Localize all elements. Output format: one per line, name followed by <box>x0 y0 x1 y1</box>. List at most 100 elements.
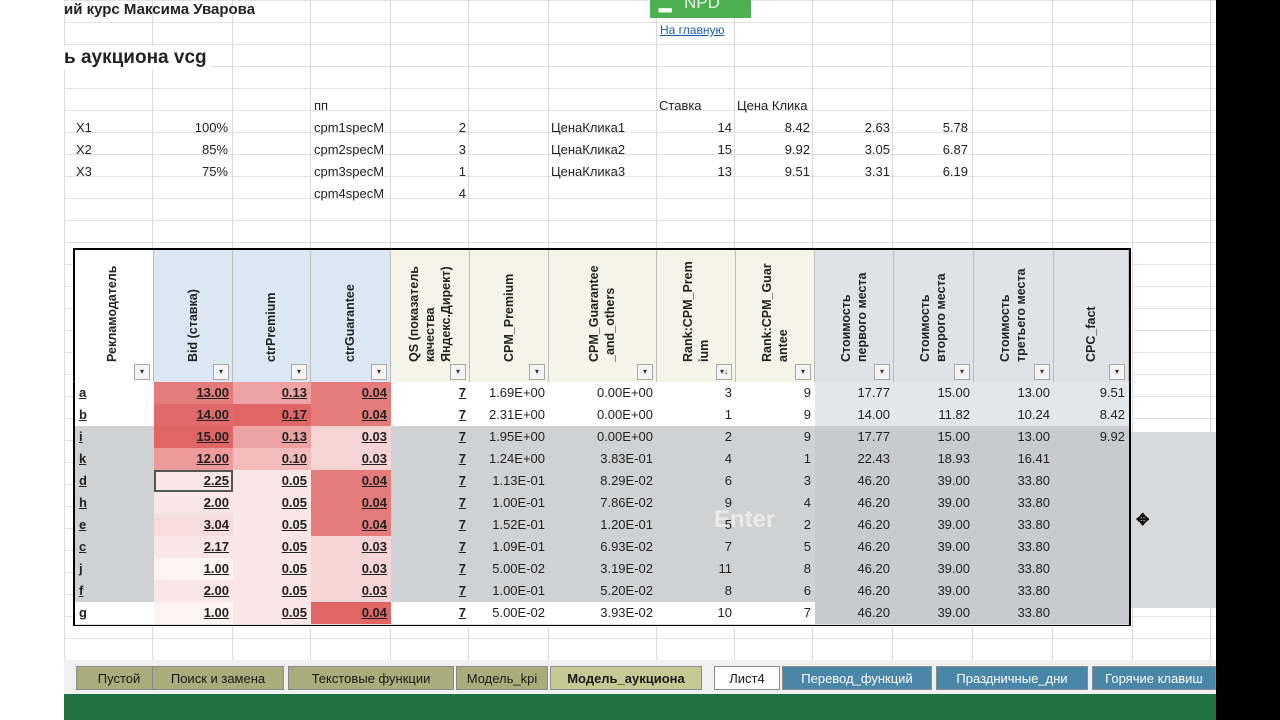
cell-ctrp[interactable]: 0.05 <box>233 492 311 514</box>
top-cell-stavka[interactable] <box>656 183 732 205</box>
top-cell-v2[interactable]: 3.31 <box>812 161 890 183</box>
cell-cpmp[interactable]: 1.00E-01 <box>470 492 549 514</box>
cell-s2[interactable]: 11.82 <box>894 404 974 426</box>
sheet-tab[interactable]: Праздничные_дни <box>936 666 1088 690</box>
cell-qs[interactable]: 7 <box>391 404 470 426</box>
cell-cpmg[interactable]: 5.20E-02 <box>549 580 657 602</box>
cell-rp[interactable]: 10 <box>657 602 736 624</box>
cell-cpmg[interactable]: 8.29E-02 <box>549 470 657 492</box>
sheet-tab[interactable]: Поиск и замена <box>152 666 284 690</box>
cell-cpmp[interactable]: 2.31E+00 <box>470 404 549 426</box>
cell-ctrg[interactable]: 0.04 <box>311 470 391 492</box>
cell-bid[interactable]: 1.00 <box>154 602 233 624</box>
cell-ctrg[interactable]: 0.04 <box>311 404 391 426</box>
cell-qs[interactable]: 7 <box>391 448 470 470</box>
cell-s1[interactable]: 46.20 <box>815 470 894 492</box>
top-cell-n[interactable]: 3 <box>390 139 466 161</box>
top-cell-v1[interactable]: 9.92 <box>734 139 810 161</box>
table-row[interactable]: h 2.00 0.05 0.04 7 1.00E-01 7.86E-02 9 4 46.20 39.… <box>75 492 1129 515</box>
cell-bid[interactable]: 15.00 <box>154 426 233 448</box>
cell-rp[interactable]: 1 <box>657 404 736 426</box>
cell-bid[interactable]: 2.00 <box>154 580 233 602</box>
cell-cpmg[interactable]: 3.83E-01 <box>549 448 657 470</box>
filter-dropdown-icon[interactable]: ▾ <box>637 364 653 380</box>
cell-ctrg[interactable]: 0.03 <box>311 536 391 558</box>
top-cell-spec[interactable]: cpm1specM <box>314 117 390 139</box>
cell-ctrp[interactable]: 0.05 <box>233 514 311 536</box>
cell-cpc[interactable] <box>1054 536 1129 558</box>
filter-dropdown-icon[interactable]: ▾ <box>371 364 387 380</box>
cell-rp[interactable]: 2 <box>657 426 736 448</box>
cell-qs[interactable]: 7 <box>391 426 470 448</box>
cell-qs[interactable]: 7 <box>391 492 470 514</box>
cell-s1[interactable]: 46.20 <box>815 580 894 602</box>
sheet-tab[interactable]: Пустой <box>76 666 162 690</box>
cell-rg[interactable]: 5 <box>736 536 815 558</box>
cell-adv[interactable]: f <box>75 580 154 602</box>
table-row[interactable]: g 1.00 0.05 0.04 7 5.00E-02 3.93E-02 10 7 46.20 39… <box>75 602 1129 625</box>
top-cell-spec[interactable]: cpm4specM <box>314 183 390 205</box>
cell-s2[interactable]: 15.00 <box>894 382 974 404</box>
cell-s3[interactable]: 33.80 <box>974 558 1054 580</box>
cell-s1[interactable]: 17.77 <box>815 426 894 448</box>
sheet-tab[interactable]: Лист4 <box>714 666 780 690</box>
sheet-tab[interactable]: Текстовые функции <box>288 666 454 690</box>
cell-s1[interactable]: 17.77 <box>815 382 894 404</box>
cell-qs[interactable]: 7 <box>391 514 470 536</box>
cell-s3[interactable]: 16.41 <box>974 448 1054 470</box>
cell-ctrp[interactable]: 0.13 <box>233 382 311 404</box>
top-cell-v1[interactable]: 8.42 <box>734 117 810 139</box>
top-cell-cena[interactable]: ЦенаКлика1 <box>551 117 651 139</box>
cell-adv[interactable]: c <box>75 536 154 558</box>
top-cell-x[interactable]: X1 <box>76 117 146 139</box>
cell-bid[interactable]: 1.00 <box>154 558 233 580</box>
cell-rp[interactable]: 7 <box>657 536 736 558</box>
table-row[interactable]: e 3.04 0.05 0.04 7 1.52E-01 1.20E-01 5 2 46.20 39.… <box>75 514 1129 537</box>
cell-adv[interactable]: a <box>75 382 154 404</box>
cell-qs[interactable]: 7 <box>391 382 470 404</box>
top-cell-pct[interactable]: 85% <box>152 139 228 161</box>
top-cell-v2[interactable] <box>812 183 890 205</box>
top-cell-v3[interactable]: 6.19 <box>892 161 968 183</box>
cell-s1[interactable]: 46.20 <box>815 602 894 624</box>
cell-cpc[interactable] <box>1054 514 1129 536</box>
cell-s3[interactable]: 10.24 <box>974 404 1054 426</box>
cell-cpc[interactable]: 9.92 <box>1054 426 1129 448</box>
cell-ctrg[interactable]: 0.04 <box>311 382 391 404</box>
cell-rp[interactable]: 11 <box>657 558 736 580</box>
cell-s2[interactable]: 39.00 <box>894 492 974 514</box>
top-cell-v3[interactable] <box>892 183 968 205</box>
cell-cpc[interactable]: 8.42 <box>1054 404 1129 426</box>
filter-dropdown-icon[interactable]: ▾ <box>1034 364 1050 380</box>
cell-s3[interactable]: 33.80 <box>974 602 1054 624</box>
cell-adv[interactable]: i <box>75 426 154 448</box>
top-cell-v2[interactable]: 3.05 <box>812 139 890 161</box>
cell-cpmp[interactable]: 1.09E-01 <box>470 536 549 558</box>
top-cell-v1[interactable] <box>734 183 810 205</box>
cell-ctrp[interactable]: 0.05 <box>233 536 311 558</box>
cell-cpmp[interactable]: 1.69E+00 <box>470 382 549 404</box>
cell-adv[interactable]: h <box>75 492 154 514</box>
table-row[interactable]: c 2.17 0.05 0.03 7 1.09E-01 6.93E-02 7 5 46.20 39.… <box>75 536 1129 559</box>
cell-cpmg[interactable]: 0.00E+00 <box>549 426 657 448</box>
cell-rg[interactable]: 7 <box>736 602 815 624</box>
cell-ctrp[interactable]: 0.05 <box>233 558 311 580</box>
cell-adv[interactable]: g <box>75 602 154 624</box>
filter-dropdown-icon[interactable]: ▾ <box>795 364 811 380</box>
filter-dropdown-icon[interactable]: ▾ <box>291 364 307 380</box>
cell-adv[interactable]: k <box>75 448 154 470</box>
cell-bid[interactable]: 13.00 <box>154 382 233 404</box>
sheet-tab[interactable]: Модель_аукциона <box>550 666 702 690</box>
cell-cpc[interactable] <box>1054 602 1129 624</box>
cell-s3[interactable]: 33.80 <box>974 514 1054 536</box>
top-cell-spec[interactable]: cpm2specM <box>314 139 390 161</box>
top-cell-x[interactable]: X2 <box>76 139 146 161</box>
cell-s2[interactable]: 18.93 <box>894 448 974 470</box>
cell-cpmg[interactable]: 6.93E-02 <box>549 536 657 558</box>
top-cell-x[interactable] <box>76 183 146 205</box>
table-row[interactable]: i 15.00 0.13 0.03 7 1.95E+00 0.00E+00 2 9 17.77 15… <box>75 426 1129 449</box>
cell-s3[interactable]: 13.00 <box>974 382 1054 404</box>
cell-s3[interactable]: 33.80 <box>974 580 1054 602</box>
cell-cpc[interactable] <box>1054 558 1129 580</box>
cell-s3[interactable]: 13.00 <box>974 426 1054 448</box>
